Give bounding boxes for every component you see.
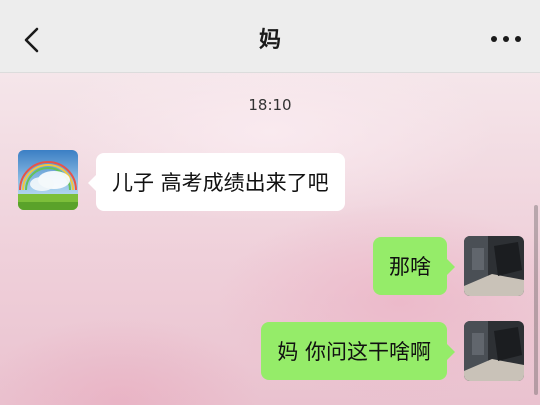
chat-scrollbar[interactable] <box>534 205 538 395</box>
incoming-message-bubble[interactable]: 儿子 高考成绩出来了吧 <box>88 153 345 211</box>
user-avatar[interactable] <box>464 236 524 296</box>
more-dots-icon <box>491 36 521 42</box>
message-text: 妈 你问这干啥啊 <box>277 340 431 364</box>
user-photo-avatar-icon <box>464 321 524 381</box>
message-text: 儿子 高考成绩出来了吧 <box>112 171 329 195</box>
message-timestamp: 18:10 <box>248 96 292 114</box>
more-options-button[interactable] <box>486 24 526 54</box>
user-photo-avatar-icon <box>464 236 524 296</box>
chat-header: 妈 <box>0 0 540 73</box>
user-avatar[interactable] <box>464 321 524 381</box>
rainbow-landscape-avatar-icon <box>18 150 78 210</box>
outgoing-message-bubble[interactable]: 那啥 <box>373 237 455 295</box>
chat-title: 妈 <box>258 28 281 53</box>
message-text: 那啥 <box>389 255 431 279</box>
outgoing-message-bubble[interactable]: 妈 你问这干啥啊 <box>261 322 455 380</box>
contact-avatar[interactable] <box>18 150 78 210</box>
